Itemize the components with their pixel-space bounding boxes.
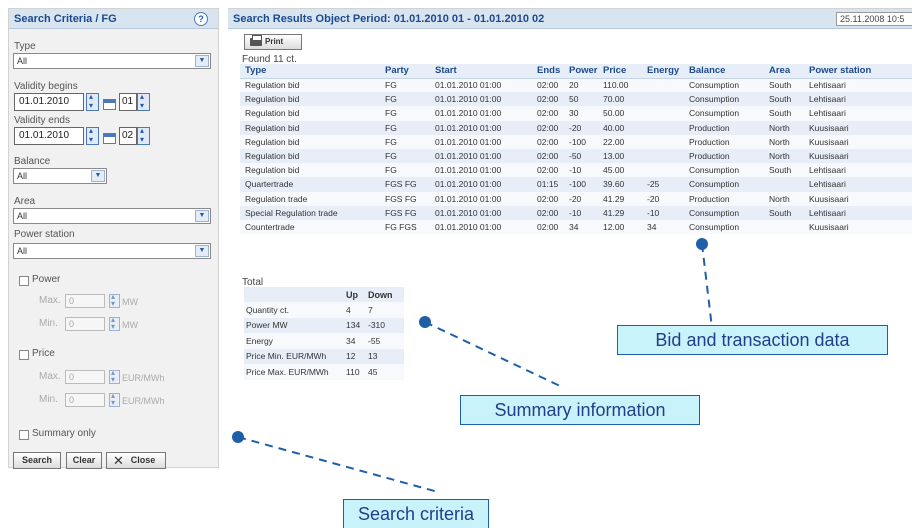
search-criteria-callout: Search criteria	[343, 499, 489, 528]
bid-data-connector	[701, 243, 713, 329]
search-criteria-marker	[232, 431, 244, 443]
summary-info-marker	[419, 316, 431, 328]
search-criteria-connector	[237, 436, 439, 493]
bid-data-marker	[696, 238, 708, 250]
bid-data-callout: Bid and transaction data	[617, 325, 888, 355]
summary-info-connector	[424, 321, 561, 387]
callout-connectors	[237, 243, 713, 493]
summary-info-callout: Summary information	[460, 395, 700, 425]
